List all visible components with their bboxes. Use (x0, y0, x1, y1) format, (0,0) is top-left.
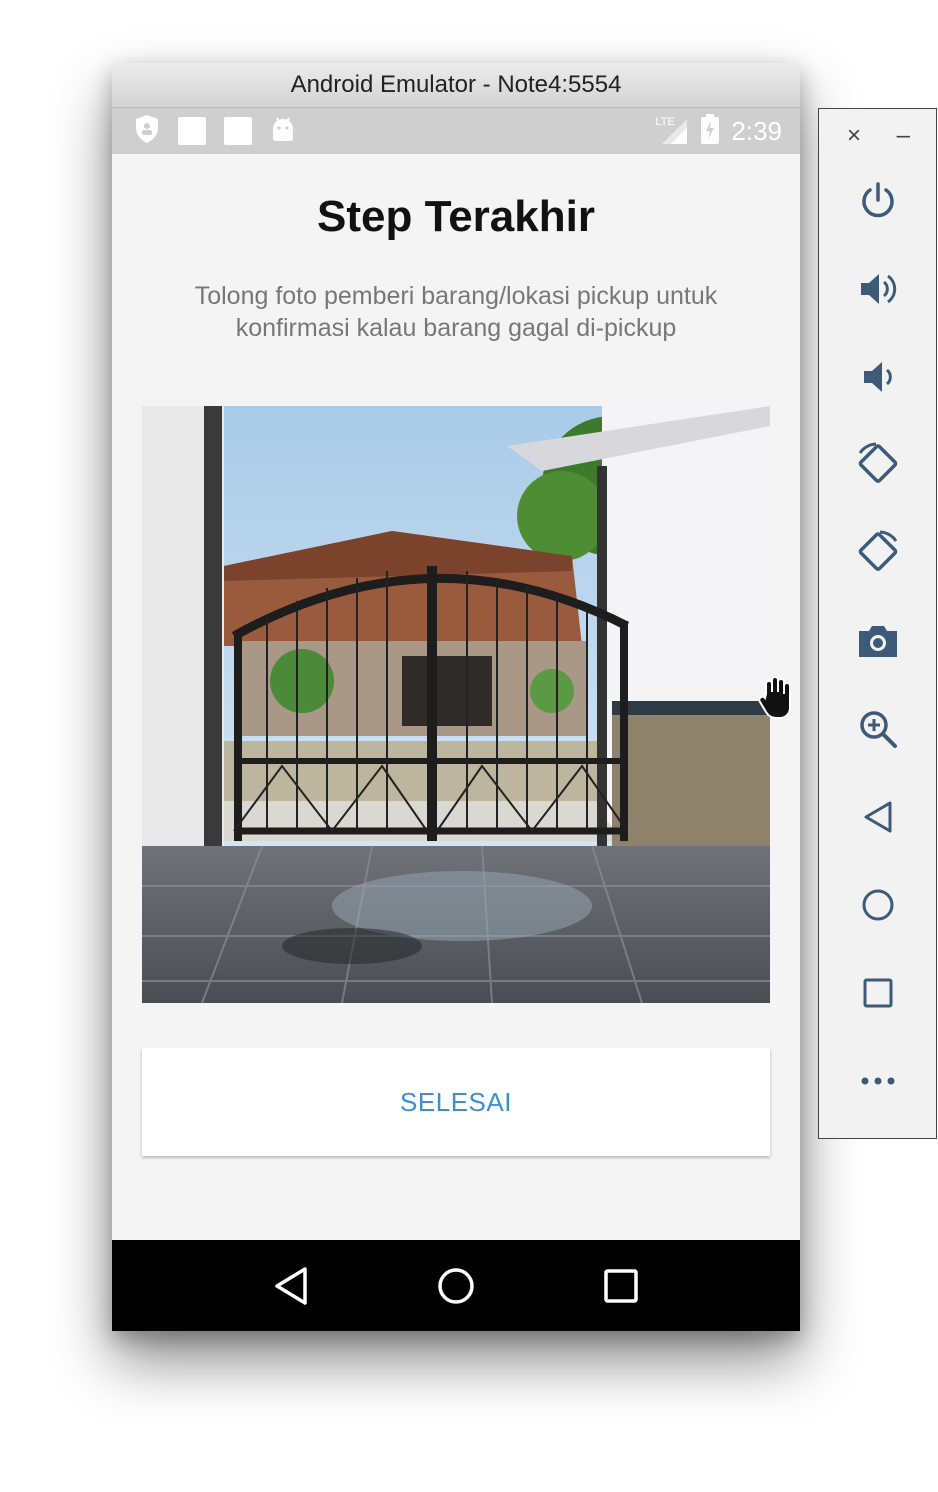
window-title: Android Emulator - Note4:5554 (290, 71, 622, 98)
shield-icon (134, 114, 160, 149)
emulator-window: Android Emulator - Note4:5554 LTE 2:39 S… (112, 63, 800, 1331)
notification-icon (178, 117, 206, 145)
overview-icon[interactable] (819, 965, 936, 1021)
recents-icon[interactable] (591, 1256, 651, 1316)
camera-icon[interactable] (819, 613, 936, 669)
volume-down-icon[interactable] (819, 349, 936, 405)
home-icon[interactable] (426, 1256, 486, 1316)
page-title: Step Terakhir (317, 192, 595, 241)
hand-cursor-icon (758, 674, 800, 727)
volume-up-icon[interactable] (819, 261, 936, 317)
android-status-bar: LTE 2:39 (112, 108, 800, 154)
done-button[interactable]: SELESAI (142, 1048, 770, 1156)
power-icon[interactable] (819, 173, 936, 229)
android-nav-bar (112, 1240, 800, 1331)
pickup-photo (142, 406, 770, 1003)
status-time: 2:39 (731, 115, 782, 146)
close-button[interactable]: × (847, 124, 861, 148)
app-screen: Step Terakhir Tolong foto pemberi barang… (112, 154, 800, 1241)
minimize-button[interactable]: – (897, 124, 910, 148)
emulator-toolbar: × – (818, 108, 937, 1139)
home-icon[interactable] (819, 877, 936, 933)
lte-signal-icon: LTE (655, 116, 689, 146)
back-icon[interactable] (819, 789, 936, 845)
battery-icon (701, 113, 720, 149)
stage: Android Emulator - Note4:5554 LTE 2:39 S… (0, 0, 938, 1492)
android-icon (270, 116, 296, 147)
back-icon[interactable] (261, 1256, 321, 1316)
zoom-icon[interactable] (819, 701, 936, 757)
network-type-label: LTE (655, 116, 675, 128)
page-subtitle: Tolong foto pemberi barang/lokasi pickup… (194, 282, 718, 342)
rotate-right-icon[interactable] (819, 525, 936, 581)
more-icon[interactable] (819, 1053, 936, 1109)
window-titlebar[interactable]: Android Emulator - Note4:5554 (112, 63, 800, 108)
rotate-left-icon[interactable] (819, 437, 936, 493)
notification-icon (224, 117, 252, 145)
